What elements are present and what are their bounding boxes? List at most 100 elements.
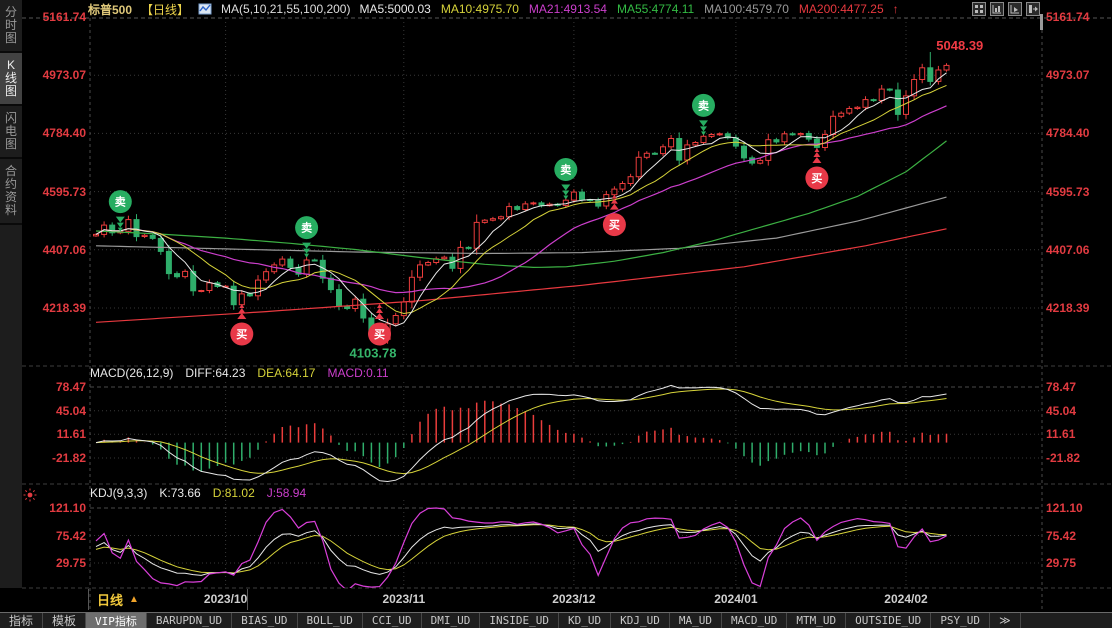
- header-ma5-value: MA5:5000.03: [359, 2, 431, 16]
- ma100-line: [95, 196, 947, 255]
- price-axis-label-left: 4784.40: [42, 126, 86, 141]
- svg-text:买: 买: [374, 328, 385, 341]
- kdj-axis-label-left: 121.10: [49, 501, 86, 515]
- kdj-k-line: [95, 523, 947, 576]
- kdj-j-value: J:58.94: [266, 486, 307, 500]
- trade-signals: 卖卖卖卖买 买买买: [108, 93, 829, 346]
- buy-signal-marker: 买: [230, 304, 254, 346]
- macd-axis-label-left: 45.04: [55, 403, 86, 418]
- svg-text:买: 买: [811, 172, 822, 185]
- header-ma200-value: MA200:4477.25: [798, 2, 884, 16]
- macd-axis-label-left: 78.47: [55, 380, 86, 394]
- tab-指标[interactable]: 指标: [0, 613, 44, 628]
- kdj-axis-label-left: 75.42: [55, 528, 86, 543]
- header-ma55-value: MA55:4774.11: [616, 2, 695, 16]
- period-tag: 【日线】: [141, 2, 190, 17]
- macd-series: [95, 384, 948, 482]
- indicator-next-icon[interactable]: [1008, 2, 1022, 16]
- overlay-chart-icon[interactable]: [198, 2, 212, 16]
- chart-header: 标普500 【日线】 MA(5,10,21,55,100,200) MA5:50…: [22, 0, 1112, 18]
- svg-text:卖: 卖: [115, 195, 126, 209]
- tab-KDJ_UD[interactable]: KDJ_UD: [611, 613, 670, 628]
- macd-axis-label-right: -21.82: [1046, 451, 1081, 465]
- kdj-k-value: K:73.66: [159, 486, 201, 500]
- macd-bar-value: MACD:0.11: [327, 366, 389, 380]
- kdj-d-value: D:81.02: [212, 486, 255, 500]
- price-axis-label-right: 4218.39: [1046, 301, 1090, 315]
- indicator-alert-icon[interactable]: [23, 488, 37, 502]
- period-selector-label: 日线: [97, 593, 124, 608]
- tab-MACD_UD[interactable]: MACD_UD: [722, 613, 788, 628]
- x-axis-label-2023/12: 2023/12: [552, 592, 596, 606]
- sell-signal-marker: 卖: [692, 93, 715, 136]
- high-price-label: 5048.39: [936, 38, 983, 53]
- kdj-j-line: [95, 507, 947, 588]
- macd-dea-value: DEA:64.17: [257, 366, 316, 380]
- ma-values: MA5:5000.03 MA10:4975.70 MA21:4913.54 MA55:…: [359, 2, 883, 16]
- exit-panel-icon[interactable]: [1026, 2, 1040, 16]
- tab-INSIDE_UD[interactable]: INSIDE_UD: [480, 613, 559, 628]
- period-selector[interactable]: 日线 ▲: [88, 589, 248, 610]
- price-axis-label-right: 4595.73: [1046, 184, 1090, 199]
- trading-app-window: 分 时 图K 线 图闪 电 图合 约 资 料 标普500 【日线】 MA(5,1…: [0, 0, 1112, 628]
- price-axis-label-right: 4407.06: [1046, 242, 1090, 257]
- price-axis-label-left: 4407.06: [42, 242, 86, 257]
- svg-text:卖: 卖: [698, 98, 709, 112]
- more-tabs-chevron[interactable]: ≫: [990, 613, 1021, 628]
- tab-BIAS_UD[interactable]: BIAS_UD: [232, 613, 298, 628]
- tab-VIP指标[interactable]: VIP指标: [86, 613, 147, 628]
- macd-axis-label-left: 11.61: [56, 427, 86, 442]
- split-grid-icon[interactable]: [972, 2, 986, 16]
- kdj-series: [95, 507, 947, 588]
- header-ma100-value: MA100:4579.70: [704, 2, 789, 16]
- sidebar-item-合约资料[interactable]: 合 约 资 料: [0, 159, 22, 225]
- ma10-line: [95, 84, 947, 315]
- ma-settings-label: MA(5,10,21,55,100,200): [221, 2, 351, 16]
- sidebar-item-K线图[interactable]: K 线 图: [0, 53, 22, 106]
- tab-MA_UD[interactable]: MA_UD: [670, 613, 722, 628]
- symbol-title: 标普500: [88, 2, 133, 17]
- x-axis-label-2024/02: 2024/02: [884, 592, 928, 606]
- tab-模板[interactable]: 模板: [43, 613, 87, 628]
- header-ma10-value: MA10:4975.70: [440, 2, 519, 16]
- price-axis-label-left: 4218.39: [42, 301, 86, 315]
- kdj-axis-label-right: 29.75: [1046, 556, 1077, 570]
- svg-text:卖: 卖: [301, 221, 312, 235]
- indicator-tab-bar: 指标 模板 VIP指标 BARUPDN_UD BIAS_UD BOLL_UD CCI_UD D…: [0, 612, 1112, 628]
- svg-text:买: 买: [236, 328, 247, 341]
- tab-MTM_UD[interactable]: MTM_UD: [787, 613, 847, 628]
- panel-borders: [22, 14, 1112, 610]
- macd-axis-label-right: 78.47: [1046, 380, 1077, 394]
- tab-BARUPDN_UD[interactable]: BARUPDN_UD: [147, 613, 233, 628]
- price-axis-label-left: 4973.07: [42, 68, 86, 83]
- price-axis-label-right: 4784.40: [1046, 126, 1090, 141]
- macd-axis-label-right: 11.61: [1046, 427, 1076, 442]
- svg-text:卖: 卖: [560, 163, 571, 177]
- tab-KD_UD[interactable]: KD_UD: [559, 613, 612, 628]
- macd-axis-label-right: 45.04: [1046, 403, 1077, 418]
- x-axis-label-2023/11: 2023/11: [382, 592, 426, 606]
- trend-up-arrow-icon: ↑: [892, 2, 899, 16]
- tab-BOLL_UD[interactable]: BOLL_UD: [298, 613, 363, 628]
- header-ma21-value: MA21:4913.54: [528, 2, 607, 16]
- tab-PSY_UD[interactable]: PSY_UD: [931, 613, 991, 628]
- sidebar-item-分时图[interactable]: 分 时 图: [0, 0, 22, 53]
- macd-diff-value: DIFF:64.23: [185, 366, 246, 380]
- tab-OUTSIDE_UD[interactable]: OUTSIDE_UD: [846, 613, 932, 628]
- kdj-axis-label-right: 121.10: [1046, 501, 1083, 515]
- kline-chart-canvas: 卖卖卖卖买 买买买5048.394103.78: [22, 14, 1112, 610]
- macd-title: MACD(26,12,9): [90, 366, 174, 380]
- tab-DMI_UD[interactable]: DMI_UD: [422, 613, 481, 628]
- kdj-axis-label-left: 29.75: [55, 556, 86, 570]
- price-axis-label-right: 4973.07: [1046, 68, 1090, 83]
- buy-signal-marker: 买: [805, 148, 829, 190]
- tab-CCI_UD[interactable]: CCI_UD: [363, 613, 422, 628]
- kdj-d-line: [95, 524, 947, 574]
- period-up-arrow-icon: ▲: [129, 594, 139, 605]
- header-toolbar: [972, 2, 1040, 16]
- indicator-prev-icon[interactable]: [990, 2, 1004, 16]
- low-price-label: 4103.78: [350, 345, 397, 360]
- ma5-line: [95, 72, 947, 327]
- sidebar-item-闪电图[interactable]: 闪 电 图: [0, 106, 22, 159]
- diff-line: [95, 384, 947, 482]
